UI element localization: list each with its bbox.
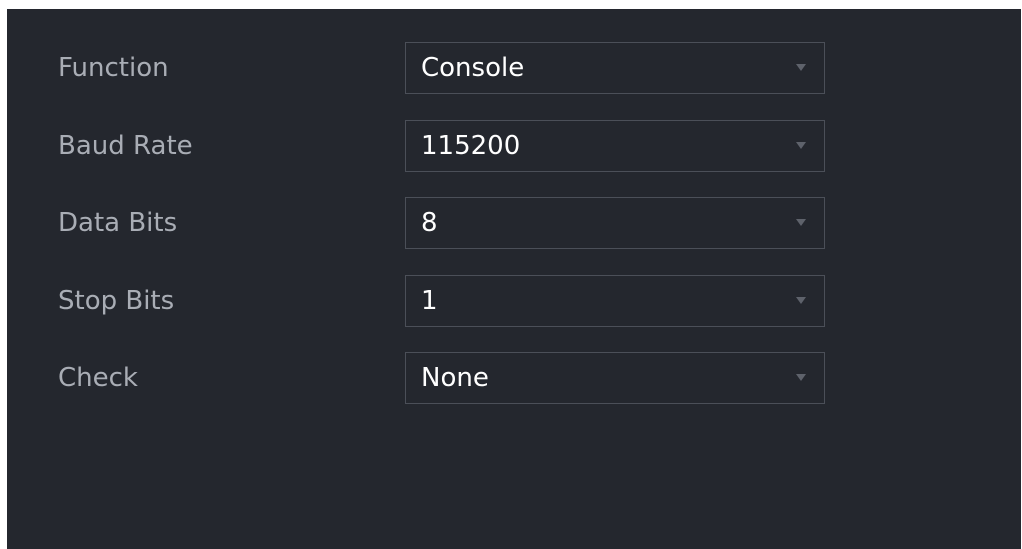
baud-rate-select-value: 115200: [421, 131, 521, 161]
data-bits-select[interactable]: 8: [405, 197, 825, 249]
check-row: Check None: [7, 352, 1021, 404]
baud-rate-label: Baud Rate: [58, 131, 193, 161]
baud-rate-select[interactable]: 115200: [405, 120, 825, 172]
chevron-down-icon: [796, 219, 806, 226]
stop-bits-label: Stop Bits: [58, 286, 175, 316]
stop-bits-select[interactable]: 1: [405, 275, 825, 327]
function-select[interactable]: Console: [405, 42, 825, 94]
check-select[interactable]: None: [405, 352, 825, 404]
check-select-value: None: [421, 363, 489, 393]
chevron-down-icon: [796, 374, 806, 381]
function-select-value: Console: [421, 53, 525, 83]
data-bits-row: Data Bits 8: [7, 197, 1021, 249]
serial-port-settings-panel: Function Console Baud Rate 115200 Data B…: [7, 9, 1021, 549]
stop-bits-select-value: 1: [421, 286, 438, 316]
chevron-down-icon: [796, 64, 806, 71]
baud-rate-row: Baud Rate 115200: [7, 120, 1021, 172]
data-bits-select-value: 8: [421, 208, 438, 238]
data-bits-label: Data Bits: [58, 208, 178, 238]
stop-bits-row: Stop Bits 1: [7, 275, 1021, 327]
function-row: Function Console: [7, 42, 1021, 94]
chevron-down-icon: [796, 297, 806, 304]
chevron-down-icon: [796, 142, 806, 149]
check-label: Check: [58, 363, 138, 393]
function-label: Function: [58, 53, 169, 83]
